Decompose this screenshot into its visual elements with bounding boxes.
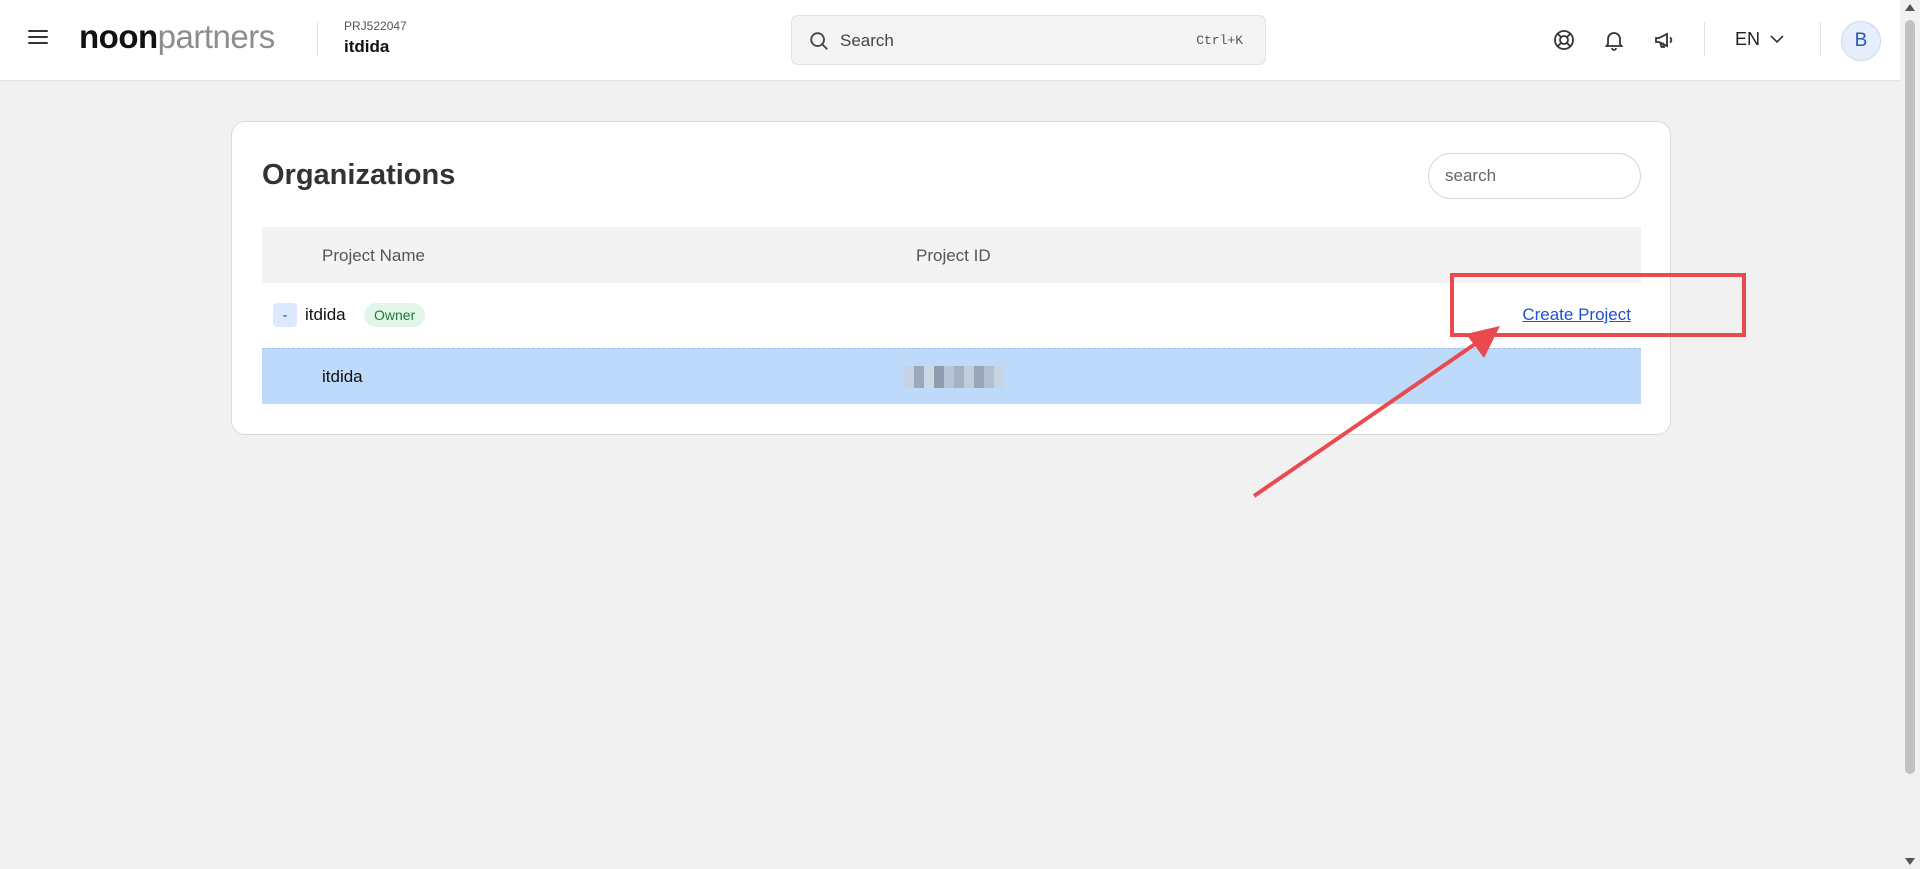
notification-bell-icon[interactable]	[1602, 28, 1626, 52]
organization-name: itdida	[305, 305, 346, 324]
create-project-link[interactable]: Create Project	[1522, 305, 1631, 325]
divider	[1820, 22, 1821, 56]
page-scrollbar[interactable]	[1900, 0, 1920, 869]
organization-row: - itdida Owner Create Project	[262, 283, 1641, 345]
scrollbar-thumb[interactable]	[1905, 20, 1915, 774]
redacted-project-id	[904, 366, 1004, 388]
language-label: EN	[1735, 29, 1761, 49]
announcement-megaphone-icon[interactable]	[1652, 28, 1676, 52]
scroll-down-arrow-icon[interactable]	[1905, 858, 1915, 865]
column-header-project-name: Project Name	[322, 246, 425, 265]
organizations-card: Organizations Project Name Project ID - …	[231, 121, 1671, 435]
organization-search-input[interactable]	[1428, 153, 1641, 199]
project-id-label: PRJ522047	[344, 19, 407, 33]
hamburger-menu-icon[interactable]	[28, 30, 48, 50]
user-avatar[interactable]: B	[1841, 21, 1881, 61]
chevron-down-icon	[1770, 35, 1784, 44]
global-search[interactable]: Search Ctrl+K	[791, 15, 1266, 65]
table-header: Project Name Project ID	[262, 227, 1641, 283]
search-placeholder: Search	[840, 31, 894, 50]
search-icon	[810, 32, 828, 50]
project-switcher[interactable]: PRJ522047 itdida	[344, 19, 407, 57]
collapse-toggle-button[interactable]: -	[273, 303, 297, 327]
divider	[1704, 22, 1705, 56]
divider	[317, 22, 318, 56]
logo[interactable]: noonpartners	[79, 18, 275, 56]
table-row[interactable]: itdida	[262, 348, 1641, 404]
language-selector[interactable]: EN	[1735, 29, 1784, 50]
top-bar: noonpartners PRJ522047 itdida Search Ctr…	[0, 0, 1900, 81]
help-lifebuoy-icon[interactable]	[1552, 28, 1576, 52]
project-name-label: itdida	[344, 37, 390, 56]
column-header-project-id: Project ID	[916, 246, 991, 265]
owner-role-badge: Owner	[364, 303, 426, 327]
page-title: Organizations	[262, 159, 456, 191]
project-name-cell: itdida	[322, 367, 363, 386]
search-shortcut: Ctrl+K	[1196, 33, 1243, 48]
scroll-up-arrow-icon[interactable]	[1905, 4, 1915, 11]
